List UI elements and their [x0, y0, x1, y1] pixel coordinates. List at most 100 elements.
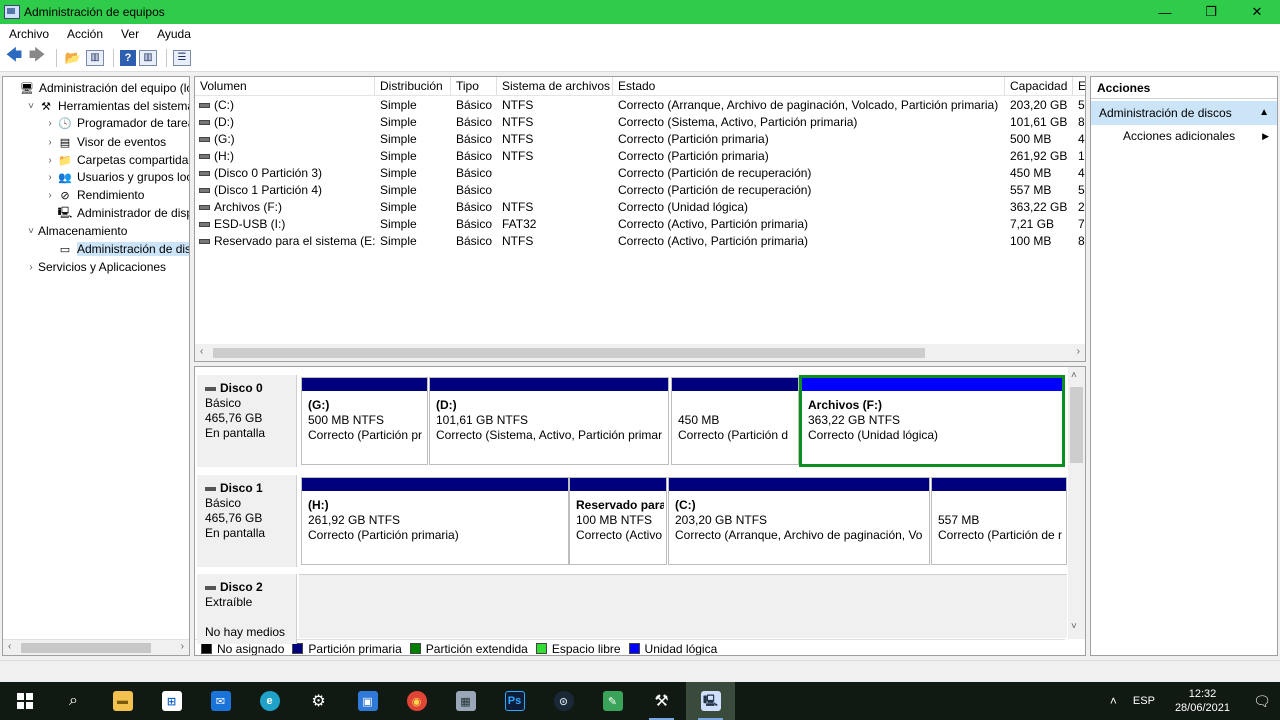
column-header[interactable]: Volumen	[195, 77, 375, 96]
tools-icon[interactable]: ⚒	[637, 682, 686, 720]
greenshot-icon[interactable]: ✎	[588, 682, 637, 720]
file-explorer-icon[interactable]: ▬	[98, 682, 147, 720]
table-row[interactable]: Archivos (F:) Simple Básico NTFS Correcto (U…	[195, 199, 1085, 216]
partition-block[interactable]: (G:) 500 MB NTFS Correcto (Partición pr	[301, 377, 428, 465]
table-row[interactable]: (Disco 1 Partición 4) Simple Básico Correct…	[195, 182, 1085, 199]
tree-expander-icon[interactable]: ˅	[24, 101, 38, 112]
edge-icon[interactable]: e	[245, 682, 294, 720]
table-row[interactable]: Reservado para el sistema (E:) Simple Bási…	[195, 233, 1085, 250]
volume-horizontal-scrollbar[interactable]: ‹ ›	[195, 344, 1085, 361]
tree-item[interactable]: › ⊘ Rendimiento	[43, 186, 144, 204]
notification-icon[interactable]: 🗨	[1244, 682, 1280, 720]
table-row[interactable]: (H:) Simple Básico NTFS Correcto (Partición …	[195, 148, 1085, 165]
computer-management-icon[interactable]: 🖳	[686, 682, 735, 720]
scroll-left-icon[interactable]: ‹	[200, 346, 203, 357]
properties-icon[interactable]: ☰	[173, 49, 191, 66]
tree-expander-icon[interactable]: ›	[43, 137, 57, 148]
tree-item[interactable]: › 📁 Carpetas compartidas	[43, 151, 189, 169]
column-header[interactable]: Sistema de archivos	[497, 77, 613, 96]
tree-expander-icon[interactable]: ›	[43, 118, 57, 129]
tree-item[interactable]: › Servicios y Aplicaciones	[24, 258, 166, 276]
tree-item[interactable]: › 🕓 Programador de tareas	[43, 114, 189, 132]
clock[interactable]: 12:32 28/06/2021	[1175, 687, 1230, 715]
collapse-triangle-icon[interactable]: ▲	[1259, 101, 1269, 125]
column-header[interactable]: E	[1073, 77, 1085, 96]
disk-type: Básico	[205, 396, 242, 410]
column-header[interactable]: Tipo	[451, 77, 497, 96]
scroll-up-icon[interactable]: ˄	[1071, 370, 1077, 381]
forward-arrow-icon[interactable]: 🡆	[27, 47, 47, 68]
chevron-up-icon[interactable]: ˄	[1110, 694, 1117, 708]
chrome-icon[interactable]: ◉	[392, 682, 441, 720]
partition-block[interactable]: 557 MB Correcto (Partición de r	[931, 477, 1067, 565]
volume-icon	[199, 154, 210, 160]
disk-label[interactable]: Disco 0 Básico 465,76 GB En pantalla	[197, 375, 297, 467]
network-icon[interactable]: ▦	[441, 682, 490, 720]
more-actions-item[interactable]: Acciones adicionales ▶	[1091, 125, 1277, 147]
steam-icon[interactable]: ⊙	[539, 682, 588, 720]
tree-item[interactable]: ›👥 Usuarios y grupos locale	[43, 168, 189, 186]
tree-item[interactable]: › ▤ Visor de eventos	[43, 133, 166, 151]
column-header[interactable]: Capacidad	[1005, 77, 1073, 96]
menu-archivo[interactable]: Archivo	[0, 27, 58, 41]
more-actions-label: Acciones adicionales	[1123, 129, 1236, 143]
tree-item[interactable]: 🖥 Administración del equipo (loc	[5, 79, 189, 97]
tree-expander-icon[interactable]: ›	[24, 262, 38, 273]
column-header[interactable]: Distribución	[375, 77, 451, 96]
disk-label[interactable]: Disco 2 Extraíble No hay medios	[197, 574, 297, 644]
tree-expander-icon[interactable]: ›	[43, 172, 57, 183]
up-folder-icon[interactable]: 📂	[63, 48, 83, 68]
restore-button[interactable]: ❐	[1188, 0, 1234, 24]
actions-section-disk-management[interactable]: Administración de discos ▲	[1091, 101, 1277, 125]
partition-block[interactable]: (H:) 261,92 GB NTFS Correcto (Partición pr…	[301, 477, 569, 565]
scroll-thumb[interactable]	[1070, 387, 1083, 463]
store-icon[interactable]: ⊞	[147, 682, 196, 720]
partition-block[interactable]: (C:) 203,20 GB NTFS Correcto (Arranque, Ar…	[668, 477, 930, 565]
back-arrow-icon[interactable]: 🡄	[4, 47, 24, 68]
minimize-button[interactable]: —	[1142, 0, 1188, 24]
tree-item[interactable]: ▭ Administración de disco	[43, 240, 189, 258]
scroll-right-icon[interactable]: ›	[1077, 346, 1080, 357]
search-icon[interactable]: ⌕	[49, 682, 98, 720]
table-row[interactable]: (D:) Simple Básico NTFS Correcto (Sistema, A…	[195, 114, 1085, 131]
column-header[interactable]: Estado	[613, 77, 1005, 96]
scroll-right-icon[interactable]: ›	[181, 641, 184, 652]
close-button[interactable]: ✕	[1234, 0, 1280, 24]
table-row[interactable]: (G:) Simple Básico NTFS Correcto (Partición …	[195, 131, 1085, 148]
table-row[interactable]: (C:) Simple Básico NTFS Correcto (Arranque, …	[195, 97, 1085, 114]
disk-label[interactable]: Disco 1 Básico 465,76 GB En pantalla	[197, 475, 297, 567]
mail-icon[interactable]: ✉	[196, 682, 245, 720]
table-cell: 2	[1078, 200, 1085, 214]
scroll-thumb[interactable]	[213, 348, 925, 358]
tree-item-label: Servicios y Aplicaciones	[38, 260, 167, 274]
table-row[interactable]: (Disco 0 Partición 3) Simple Básico Correct…	[195, 165, 1085, 182]
disk-vertical-scrollbar[interactable]: ˄ ˅	[1068, 367, 1085, 639]
tree-expander-icon[interactable]: ›	[43, 155, 57, 166]
start-icon[interactable]	[0, 682, 49, 720]
tree-expander-icon[interactable]: ˅	[24, 226, 38, 237]
show-hide-action-pane-icon[interactable]: ▥	[139, 49, 157, 66]
help-icon[interactable]: ?	[120, 49, 136, 66]
photoshop-icon[interactable]: Ps	[490, 682, 539, 720]
show-hide-tree-icon[interactable]: ▥	[86, 49, 104, 66]
settings-icon[interactable]: ⚙	[294, 682, 343, 720]
menu-ver[interactable]: Ver	[112, 27, 148, 41]
partition-size: 203,20 GB NTFS	[675, 513, 768, 527]
language-indicator[interactable]: ESP	[1133, 695, 1155, 707]
partition-block[interactable]: 450 MB Correcto (Partición d	[671, 377, 799, 465]
partition-block[interactable]: Archivos (F:) 363,22 GB NTFS Correcto (Uni…	[799, 375, 1065, 467]
menu-ayuda[interactable]: Ayuda	[148, 27, 200, 41]
table-row[interactable]: ESD-USB (I:) Simple Básico FAT32 Correcto (A…	[195, 216, 1085, 233]
tree-expander-icon[interactable]: ›	[43, 190, 57, 201]
tree-item[interactable]: 🖳 Administrador de dispo	[43, 204, 189, 222]
tree-horizontal-scrollbar[interactable]: ‹ ›	[3, 639, 189, 655]
tree-item[interactable]: ˅ ⚒ Herramientas del sistema	[24, 97, 189, 115]
menu-accion[interactable]: Acción	[58, 27, 112, 41]
partition-block[interactable]: Reservado para 100 MB NTFS Correcto (Activ…	[569, 477, 667, 565]
outlook-icon[interactable]: ▣	[343, 682, 392, 720]
tree-item[interactable]: ˅ Almacenamiento	[24, 222, 127, 240]
scroll-thumb[interactable]	[21, 643, 151, 653]
partition-block[interactable]: (D:) 101,61 GB NTFS Correcto (Sistema, Act…	[429, 377, 669, 465]
scroll-down-icon[interactable]: ˅	[1071, 621, 1077, 632]
scroll-left-icon[interactable]: ‹	[8, 641, 11, 652]
